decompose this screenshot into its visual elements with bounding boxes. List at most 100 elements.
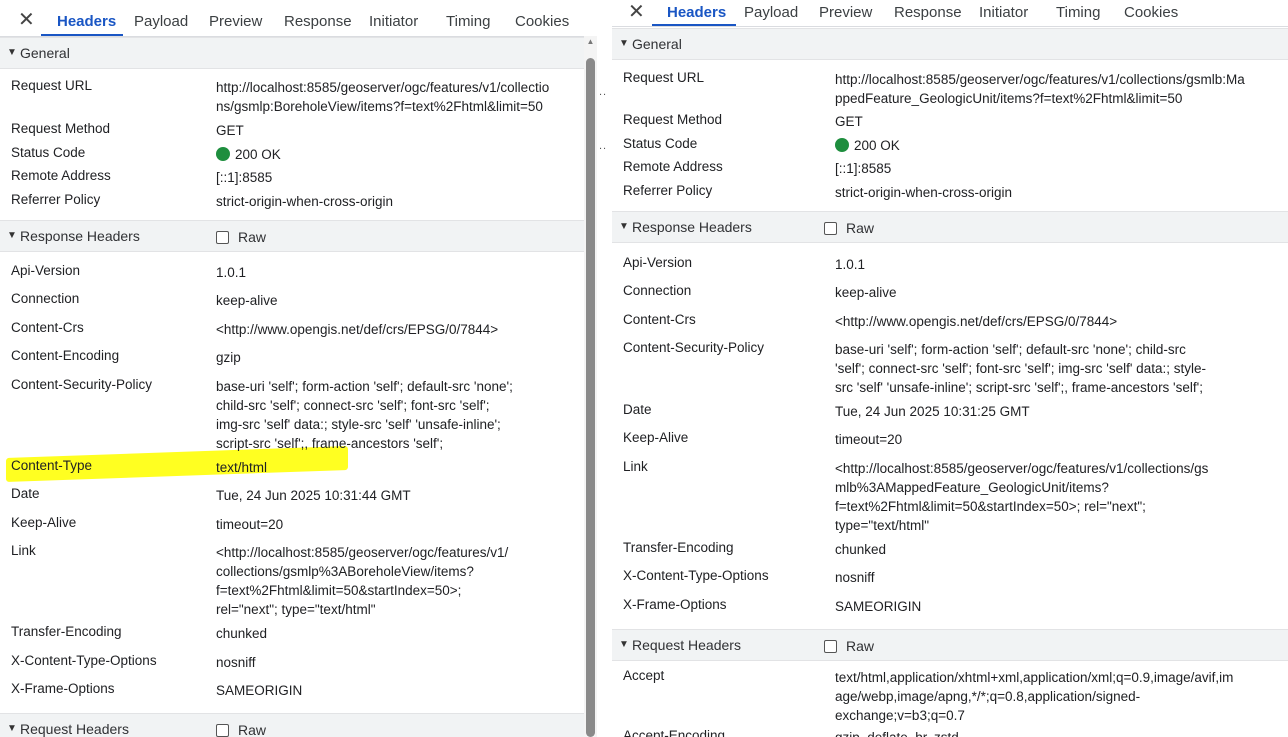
active-tab-indicator [652,24,736,26]
header-value: base-uri 'self'; form-action 'self'; def… [835,342,1206,395]
header-value: GET [216,123,244,138]
header-key: Link [623,459,648,474]
section-title: Response Headers [632,219,752,235]
close-icon[interactable]: ✕ [628,2,645,22]
tab-payload[interactable]: Payload [134,13,188,30]
header-value: GET [835,114,863,129]
request-headers-section-header[interactable]: ▼ Request Headers Raw [612,629,1288,661]
collapse-triangle-icon: ▼ [619,221,629,232]
collapse-triangle-icon: ▼ [7,47,17,58]
raw-toggle[interactable]: Raw [216,722,266,737]
tab-headers[interactable]: Headers [667,4,726,21]
tab-initiator[interactable]: Initiator [979,4,1028,21]
collapse-triangle-icon: ▼ [7,230,17,241]
header-key: Date [11,486,40,501]
scroll-thumb[interactable] [586,58,595,737]
checkbox-icon[interactable] [824,222,837,235]
status-text: 200 OK [235,147,281,162]
request-headers-section-header[interactable]: ▼ Request Headers Raw [0,713,584,737]
header-key: Content-Security-Policy [11,377,153,392]
header-key: Remote Address [11,168,111,183]
header-value: strict-origin-when-cross-origin [216,194,394,209]
status-value: 200 OK [835,136,1265,155]
raw-label: Raw [846,638,875,654]
header-value: http://localhost:8585/geoserver/ogc/feat… [835,72,1245,106]
section-title: General [20,45,70,61]
section-title: Request Headers [20,721,129,737]
header-value: [::1]:8585 [216,170,273,185]
header-value: keep-alive [835,285,897,300]
header-key: Transfer-Encoding [11,624,122,639]
tab-preview[interactable]: Preview [209,13,262,30]
header-key: Api-Version [11,263,81,278]
raw-toggle[interactable]: Raw [824,220,874,236]
tab-cookies[interactable]: Cookies [515,13,569,30]
left-panel-scrollbar[interactable]: ▲ [584,36,597,737]
header-key: Content-Encoding [11,348,120,363]
header-key: Transfer-Encoding [623,540,734,555]
header-key: Request Method [623,112,723,127]
raw-toggle[interactable]: Raw [824,638,874,654]
status-ok-icon [216,147,230,161]
header-value: Tue, 24 Jun 2025 10:31:44 GMT [216,488,411,503]
tab-response[interactable]: Response [284,13,352,30]
checkbox-icon[interactable] [824,640,837,653]
header-value: Tue, 24 Jun 2025 10:31:25 GMT [835,404,1030,419]
scroll-up-arrow-icon[interactable]: ▲ [585,36,596,48]
collapse-triangle-icon: ▼ [619,639,629,650]
header-key: Status Code [11,145,86,160]
header-key: Keep-Alive [11,515,77,530]
header-key: X-Frame-Options [623,597,727,612]
section-title: Request Headers [632,637,741,653]
raw-label: Raw [846,220,875,236]
tab-initiator[interactable]: Initiator [369,13,418,30]
header-value: strict-origin-when-cross-origin [835,185,1013,200]
status-value: 200 OK [216,145,581,164]
header-value: chunked [216,626,268,641]
header-key: Accept [623,668,665,683]
header-key: X-Frame-Options [11,681,115,696]
raw-label: Raw [238,722,267,737]
header-key: Referrer Policy [11,192,101,207]
header-value: <http://localhost:8585/geoserver/ogc/fea… [835,461,1209,533]
tab-headers[interactable]: Headers [57,13,116,30]
tab-preview[interactable]: Preview [819,4,872,21]
close-icon[interactable]: ✕ [18,10,35,30]
header-key: Request Method [11,121,111,136]
header-key: Keep-Alive [623,430,689,445]
raw-label: Raw [238,229,267,245]
header-key: X-Content-Type-Options [623,568,769,583]
header-value: SAMEORIGIN [835,599,922,614]
response-headers-section-header[interactable]: ▼ Response Headers Raw [0,220,584,252]
header-key: Request URL [623,70,705,85]
header-key: Date [623,402,652,417]
header-value: keep-alive [216,293,278,308]
tab-timing[interactable]: Timing [1056,4,1100,21]
header-value: base-uri 'self'; form-action 'self'; def… [216,379,513,451]
section-title: General [632,36,682,52]
status-text: 200 OK [854,138,900,153]
header-value: [::1]:8585 [835,161,892,176]
checkbox-icon[interactable] [216,724,229,737]
tab-cookies[interactable]: Cookies [1124,4,1178,21]
tab-timing[interactable]: Timing [446,13,490,30]
tab-payload[interactable]: Payload [744,4,798,21]
header-key: Remote Address [623,159,723,174]
header-value: gzip [216,350,241,365]
header-key: Link [11,543,36,558]
header-value: gzip, deflate, br, zstd [835,728,1265,737]
header-value: 1.0.1 [216,265,247,280]
header-value: SAMEORIGIN [216,683,303,698]
tab-response[interactable]: Response [894,4,962,21]
header-key: Content-Type [11,458,93,473]
header-value: timeout=20 [835,432,903,447]
checkbox-icon[interactable] [216,231,229,244]
header-key: Connection [11,291,80,306]
general-section-header[interactable]: ▼ General [0,37,584,69]
response-headers-section-header[interactable]: ▼ Response Headers Raw [612,211,1288,243]
status-ok-icon [835,138,849,152]
raw-toggle[interactable]: Raw [216,229,266,245]
header-key: X-Content-Type-Options [11,653,157,668]
general-section-header[interactable]: ▼ General [612,28,1288,60]
drag-dots-icon: .. [599,86,608,98]
